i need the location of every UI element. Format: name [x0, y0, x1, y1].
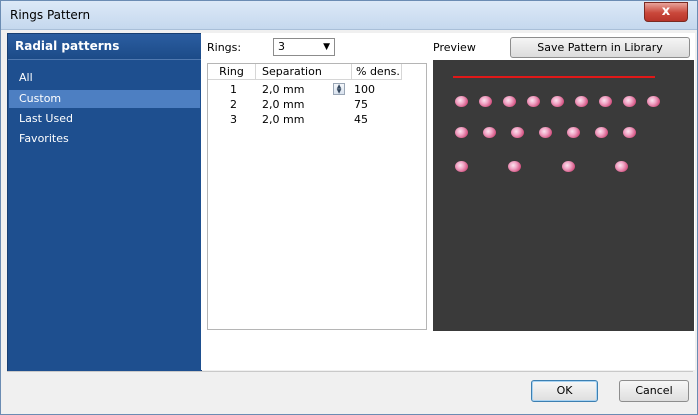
sidebar-item-custom[interactable]: Custom: [9, 90, 200, 108]
column-header-separation[interactable]: Separation: [256, 64, 352, 80]
preview-gem: [455, 161, 468, 172]
preview-gem: [595, 127, 608, 138]
column-header-density[interactable]: % dens.: [352, 64, 402, 80]
sidebar: Radial patterns All Custom Last Used Fav…: [7, 33, 202, 372]
sidebar-item-favorites[interactable]: Favorites: [9, 130, 200, 148]
rings-value: 3: [278, 40, 285, 53]
chevron-down-icon: ▼: [323, 42, 330, 52]
pattern-preview: [433, 60, 694, 331]
preview-gem: [503, 96, 516, 107]
preview-baseline: [453, 76, 655, 78]
density-cell[interactable]: 45: [354, 112, 368, 127]
sidebar-item-all[interactable]: All: [9, 69, 200, 87]
column-header-ring[interactable]: Ring: [208, 64, 256, 80]
density-cell[interactable]: 100: [354, 82, 375, 97]
preview-gem: [483, 127, 496, 138]
preview-gem: [575, 96, 588, 107]
cancel-button[interactable]: Cancel: [619, 380, 689, 402]
preview-gem: [647, 96, 660, 107]
preview-gem: [562, 161, 575, 172]
separation-cell: 2,0 mm: [262, 113, 305, 126]
preview-gem: [508, 161, 521, 172]
preview-gem: [511, 127, 524, 138]
save-pattern-button[interactable]: Save Pattern in Library: [510, 37, 690, 58]
preview-gem: [623, 127, 636, 138]
sidebar-header: Radial patterns: [8, 34, 201, 60]
preview-gem: [615, 161, 628, 172]
preview-gem: [455, 96, 468, 107]
title-bar[interactable]: Rings Pattern x: [1, 1, 697, 30]
separation-cell: 2,0 mm: [262, 83, 305, 96]
preview-gem: [527, 96, 540, 107]
ok-button[interactable]: OK: [531, 380, 598, 402]
separation-cell: 2,0 mm: [262, 98, 305, 111]
preview-label: Preview: [433, 41, 476, 54]
rings-dropdown[interactable]: 3 ▼: [273, 38, 335, 56]
preview-gem: [623, 96, 636, 107]
preview-gem: [455, 127, 468, 138]
density-spinner[interactable]: ▲ ▼: [333, 83, 345, 95]
density-cell[interactable]: 75: [354, 97, 368, 112]
window-title: Rings Pattern: [10, 8, 91, 22]
preview-gem: [599, 96, 612, 107]
ring-cell: 2: [230, 98, 237, 111]
ring-cell: 1: [230, 83, 237, 96]
preview-gem: [567, 127, 580, 138]
ring-cell: 3: [230, 113, 237, 126]
rings-label: Rings:: [207, 41, 242, 54]
footer-divider: [7, 371, 693, 372]
preview-gem: [551, 96, 564, 107]
preview-gem: [479, 96, 492, 107]
rings-table: Ring Separation % dens. 1 2,0 mm ▲ ▼ 100 …: [207, 63, 427, 330]
close-icon: x: [661, 4, 671, 19]
preview-gem: [539, 127, 552, 138]
close-button[interactable]: x: [644, 2, 688, 22]
sidebar-item-last-used[interactable]: Last Used: [9, 110, 200, 128]
